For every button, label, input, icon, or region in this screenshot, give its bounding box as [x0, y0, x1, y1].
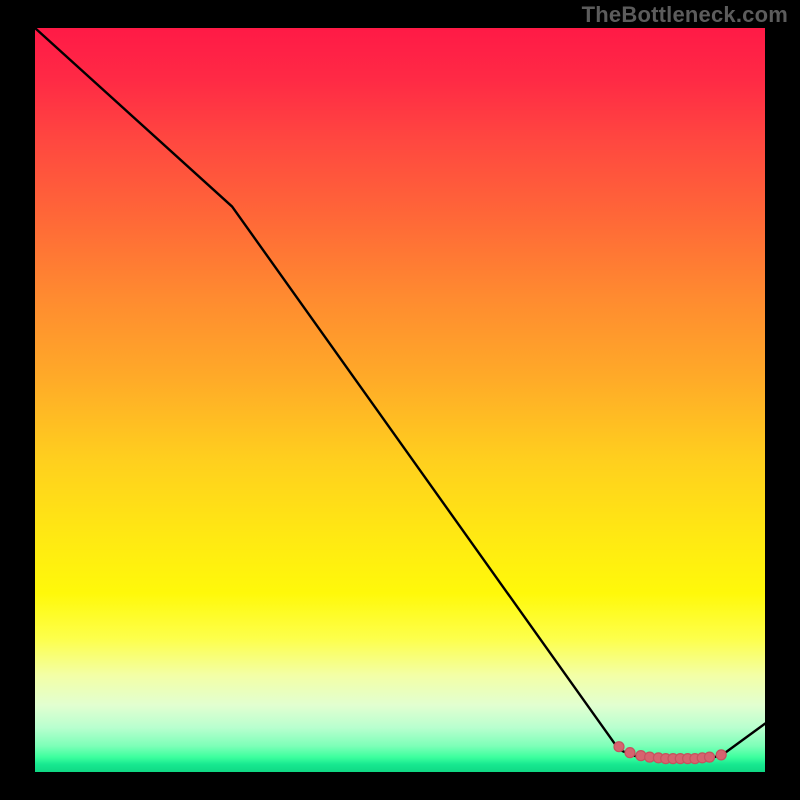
markers-group [614, 742, 726, 764]
chart-svg [35, 28, 765, 772]
watermark-text: TheBottleneck.com [582, 2, 788, 28]
chart-frame: TheBottleneck.com [0, 0, 800, 800]
marker-point [614, 742, 624, 752]
plot-area [35, 28, 765, 772]
marker-point [716, 750, 726, 760]
marker-point [625, 748, 635, 758]
main-curve [35, 28, 765, 760]
marker-point [705, 752, 715, 762]
